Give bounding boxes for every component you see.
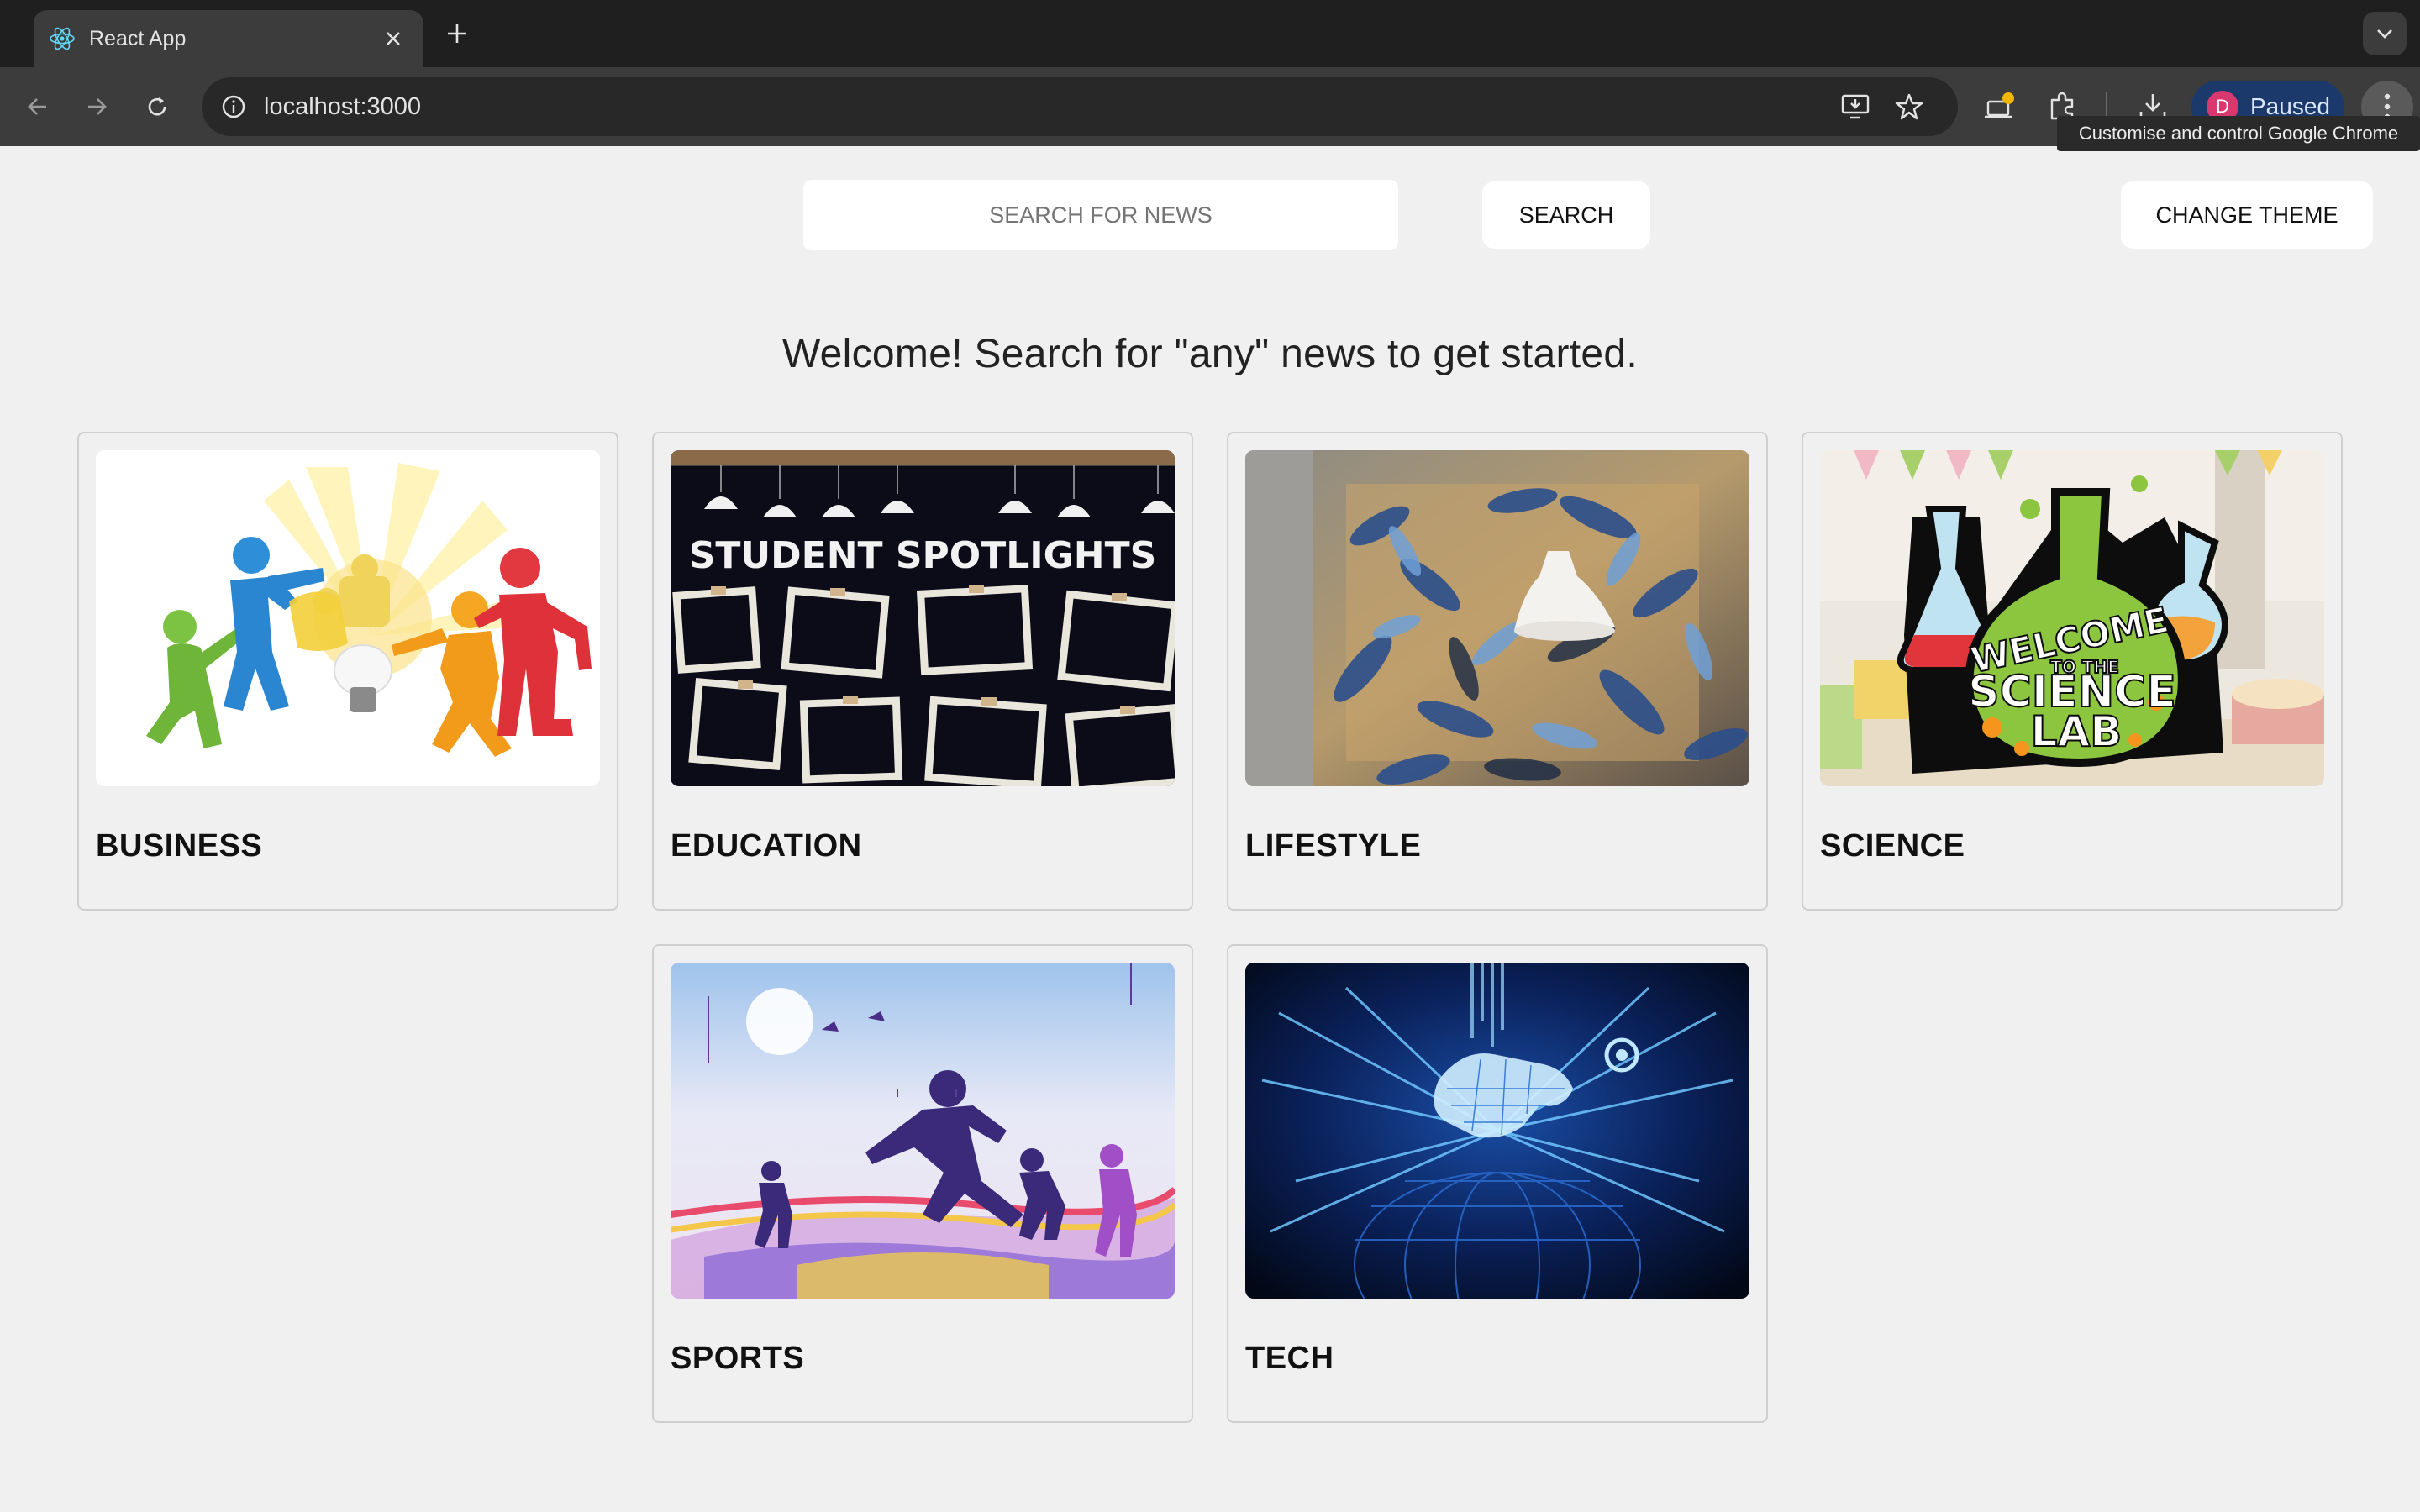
education-image-text: STUDENT SPOTLIGHTS — [689, 534, 1157, 577]
category-title: BUSINESS — [96, 828, 263, 864]
category-card-business[interactable]: BUSINESS — [77, 432, 618, 911]
category-card-lifestyle[interactable]: LIFESTYLE — [1227, 432, 1768, 911]
site-info-icon[interactable] — [213, 87, 254, 127]
tech-image — [1245, 963, 1749, 1299]
category-title: SCIENCE — [1820, 828, 1965, 864]
search-input[interactable] — [803, 180, 1398, 250]
chevron-down-icon[interactable] — [2363, 12, 2407, 55]
category-title: EDUCATION — [671, 828, 862, 864]
menu-tooltip: Customise and control Google Chrome — [2057, 116, 2420, 151]
science-image: WELCOME TO THE SCIENCE LAB — [1820, 450, 2324, 786]
category-card-science[interactable]: WELCOME TO THE SCIENCE LAB SCIENCE — [1802, 432, 2343, 911]
address-bar[interactable]: localhost:3000 — [202, 77, 1958, 136]
star-icon[interactable] — [1889, 87, 1929, 127]
back-arrow-icon[interactable] — [17, 86, 59, 128]
category-title: SPORTS — [671, 1341, 805, 1376]
category-card-tech[interactable]: TECH — [1227, 944, 1768, 1423]
close-icon[interactable] — [378, 24, 408, 54]
change-theme-button[interactable]: CHANGE THEME — [2121, 181, 2373, 249]
lifestyle-image — [1245, 450, 1749, 786]
forward-arrow-icon[interactable] — [76, 86, 118, 128]
category-title: TECH — [1245, 1341, 1334, 1376]
welcome-message: Welcome! Search for "any" news to get st… — [781, 332, 1639, 376]
install-app-icon[interactable] — [1835, 87, 1876, 127]
tab-title: React App — [89, 26, 187, 50]
category-card-education[interactable]: STUDENT SPOTLIGHTS EDUCATION — [652, 432, 1193, 911]
plus-icon[interactable] — [439, 15, 476, 52]
reload-icon[interactable] — [136, 86, 178, 128]
sports-image — [671, 963, 1175, 1299]
category-title: LIFESTYLE — [1245, 828, 1422, 864]
url-text: localhost:3000 — [264, 93, 422, 120]
search-button[interactable]: SEARCH — [1482, 181, 1650, 249]
category-card-sports[interactable]: SPORTS — [652, 944, 1193, 1423]
browser-tab-strip: React App — [0, 0, 2420, 67]
science-image-text-lab: LAB — [2031, 707, 2123, 756]
extension-alert-icon[interactable] — [1978, 85, 2022, 129]
browser-tab[interactable]: React App — [34, 10, 424, 67]
education-image: STUDENT SPOTLIGHTS — [671, 450, 1175, 786]
react-favicon-icon — [47, 24, 77, 54]
business-image — [96, 450, 600, 786]
